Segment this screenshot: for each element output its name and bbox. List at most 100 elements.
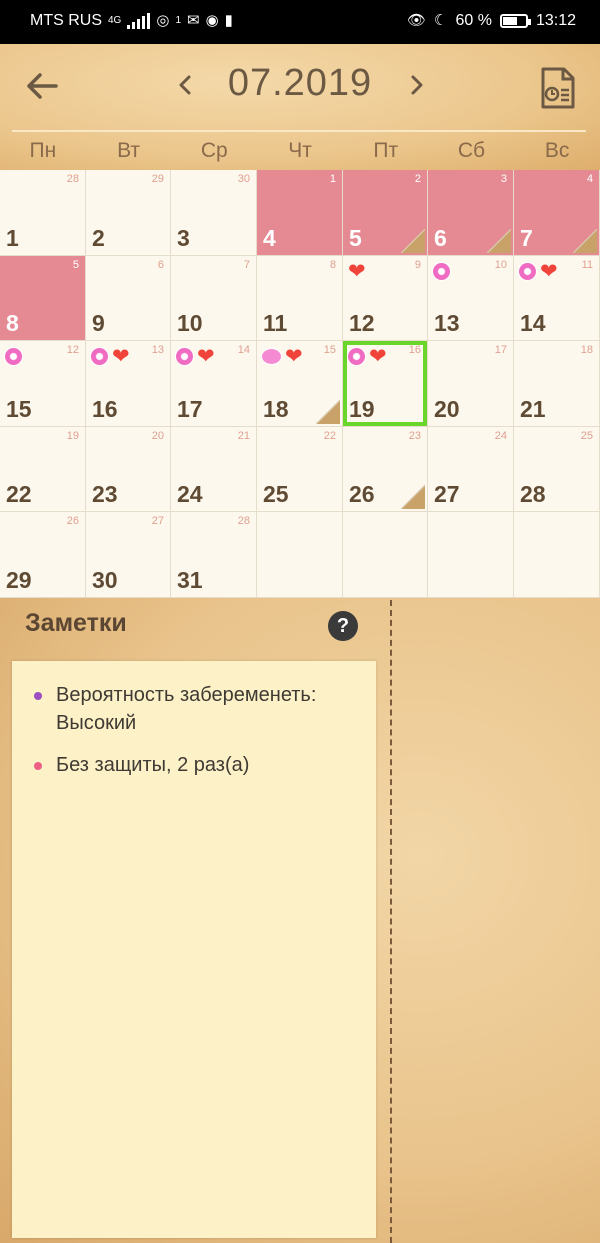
day-number: 10 bbox=[177, 310, 203, 336]
day-markers: ❤ bbox=[348, 260, 368, 283]
day-cell-6[interactable]: 36 bbox=[428, 170, 514, 256]
cycle-day-label: 5 bbox=[72, 259, 79, 271]
heart-icon: ❤ bbox=[348, 260, 366, 283]
day-cell-8[interactable]: 58 bbox=[0, 256, 86, 341]
empty-cell bbox=[343, 512, 428, 598]
report-document-icon[interactable] bbox=[538, 66, 578, 110]
day-cell-21[interactable]: 18 21 bbox=[514, 341, 600, 427]
day-cell-4[interactable]: 14 bbox=[257, 170, 343, 256]
cycle-day-label: 27 bbox=[151, 515, 164, 527]
day-number: 2 bbox=[92, 225, 105, 251]
previous-month-icon[interactable] bbox=[170, 70, 200, 100]
day-markers bbox=[5, 348, 22, 365]
notes-title: Заметки bbox=[25, 609, 127, 637]
day-cell-26[interactable]: 23 26 bbox=[343, 427, 428, 512]
ovulation-flower-icon bbox=[348, 348, 365, 365]
day-cell-17[interactable]: 14 ❤ 17 bbox=[171, 341, 257, 427]
back-arrow-icon[interactable] bbox=[22, 66, 62, 106]
day-cell-7[interactable]: 47 bbox=[514, 170, 600, 256]
cycle-day-label: 19 bbox=[66, 430, 79, 442]
note-text: Вероятность забеременеть: bbox=[56, 684, 317, 706]
day-number: 20 bbox=[434, 396, 460, 422]
eye-icon: 👁 bbox=[406, 12, 427, 29]
cycle-day-label: 26 bbox=[66, 515, 79, 527]
cycle-day-label: 20 bbox=[151, 430, 164, 442]
ovulation-flower-icon bbox=[91, 348, 108, 365]
day-cell-23[interactable]: 20 23 bbox=[86, 427, 171, 512]
empty-cell bbox=[514, 512, 600, 598]
pill-icon bbox=[262, 349, 281, 364]
hotspot-icon: ◎ bbox=[156, 12, 170, 29]
heart-icon: ❤ bbox=[197, 345, 215, 368]
day-number: 21 bbox=[520, 396, 546, 422]
weekday-sun: Вс bbox=[544, 139, 570, 162]
day-cell-9[interactable]: 69 bbox=[86, 256, 171, 341]
weekday-thu: Чт bbox=[288, 139, 312, 162]
day-markers: ❤ bbox=[91, 346, 132, 367]
carrier-label: MTS RUS bbox=[30, 12, 102, 29]
cycle-day-label: 29 bbox=[151, 173, 164, 185]
whatsapp-icon: ◉ bbox=[205, 12, 219, 29]
network-type-label: 4G bbox=[108, 15, 122, 26]
cycle-day-label: 30 bbox=[237, 173, 250, 185]
day-cell-29[interactable]: 26 29 bbox=[0, 512, 86, 598]
day-number: 3 bbox=[177, 225, 190, 251]
day-number: 27 bbox=[434, 481, 460, 507]
help-button[interactable]: ? bbox=[328, 611, 358, 641]
day-cell-15[interactable]: 12 15 bbox=[0, 341, 86, 427]
day-number: 12 bbox=[349, 310, 375, 336]
day-cell-13[interactable]: 10 13 bbox=[428, 256, 514, 341]
day-cell-30[interactable]: 27 30 bbox=[86, 512, 171, 598]
status-right: 👁 ☾ 60 % 13:12 bbox=[407, 12, 576, 30]
day-cell-2[interactable]: 29 2 bbox=[86, 170, 171, 256]
day-cell-16[interactable]: 13 ❤ 16 bbox=[86, 341, 171, 427]
stitch-divider bbox=[390, 600, 392, 1243]
day-cell-27[interactable]: 24 27 bbox=[428, 427, 514, 512]
battery-percent: 60 % bbox=[455, 12, 492, 29]
day-markers: ❤ bbox=[176, 345, 217, 368]
day-number: 6 bbox=[434, 225, 447, 251]
day-markers: ❤ bbox=[262, 346, 305, 367]
day-number: 23 bbox=[92, 481, 118, 507]
empty-cell bbox=[257, 512, 343, 598]
cycle-day-label: 28 bbox=[66, 173, 79, 185]
next-month-icon[interactable] bbox=[402, 70, 432, 100]
note-corner-icon bbox=[573, 229, 597, 253]
note-corner-icon bbox=[316, 400, 340, 424]
day-cell-5[interactable]: 25 bbox=[343, 170, 428, 256]
weekday-fri: Пт bbox=[373, 139, 399, 162]
day-cell-14[interactable]: 11 ❤ 14 bbox=[514, 256, 600, 341]
cycle-day-label: 12 bbox=[66, 344, 79, 356]
cycle-day-label: 1 bbox=[329, 173, 336, 185]
day-number: 14 bbox=[520, 310, 546, 336]
cycle-day-label: 11 bbox=[581, 259, 593, 271]
moon-icon: ☾ bbox=[434, 12, 448, 29]
cycle-day-label: 24 bbox=[494, 430, 507, 442]
day-cell-3[interactable]: 30 3 bbox=[171, 170, 257, 256]
day-cell-10[interactable]: 7 10 bbox=[171, 256, 257, 341]
day-number: 22 bbox=[6, 481, 32, 507]
cycle-day-label: 25 bbox=[580, 430, 593, 442]
cycle-day-label: 21 bbox=[237, 430, 250, 442]
hotspot-badge: 1 bbox=[175, 15, 181, 26]
ovulation-flower-icon bbox=[433, 263, 450, 280]
day-cell-12[interactable]: 9 ❤ 12 bbox=[343, 256, 428, 341]
day-cell-28[interactable]: 25 28 bbox=[514, 427, 600, 512]
bullet-dot bbox=[34, 762, 42, 770]
day-cell-22[interactable]: 19 22 bbox=[0, 427, 86, 512]
day-cell-11[interactable]: 8 11 bbox=[257, 256, 343, 341]
day-cell-18[interactable]: 15 ❤ 18 bbox=[257, 341, 343, 427]
day-cell-19[interactable]: 16 ❤ 19 bbox=[343, 341, 428, 427]
day-cell-25[interactable]: 22 25 bbox=[257, 427, 343, 512]
day-cell-31[interactable]: 28 31 bbox=[171, 512, 257, 598]
notes-sheet: Вероятность забеременеть: Высокий Без защи… bbox=[12, 661, 376, 1238]
day-number: 4 bbox=[263, 225, 276, 251]
day-cell-1[interactable]: 28 1 bbox=[0, 170, 86, 256]
day-number: 24 bbox=[177, 481, 203, 507]
day-number: 26 bbox=[349, 481, 375, 507]
day-cell-24[interactable]: 21 24 bbox=[171, 427, 257, 512]
ovulation-flower-icon bbox=[5, 348, 22, 365]
day-markers: ❤ bbox=[348, 346, 389, 367]
day-cell-20[interactable]: 17 20 bbox=[428, 341, 514, 427]
bullet-dot bbox=[34, 692, 42, 700]
